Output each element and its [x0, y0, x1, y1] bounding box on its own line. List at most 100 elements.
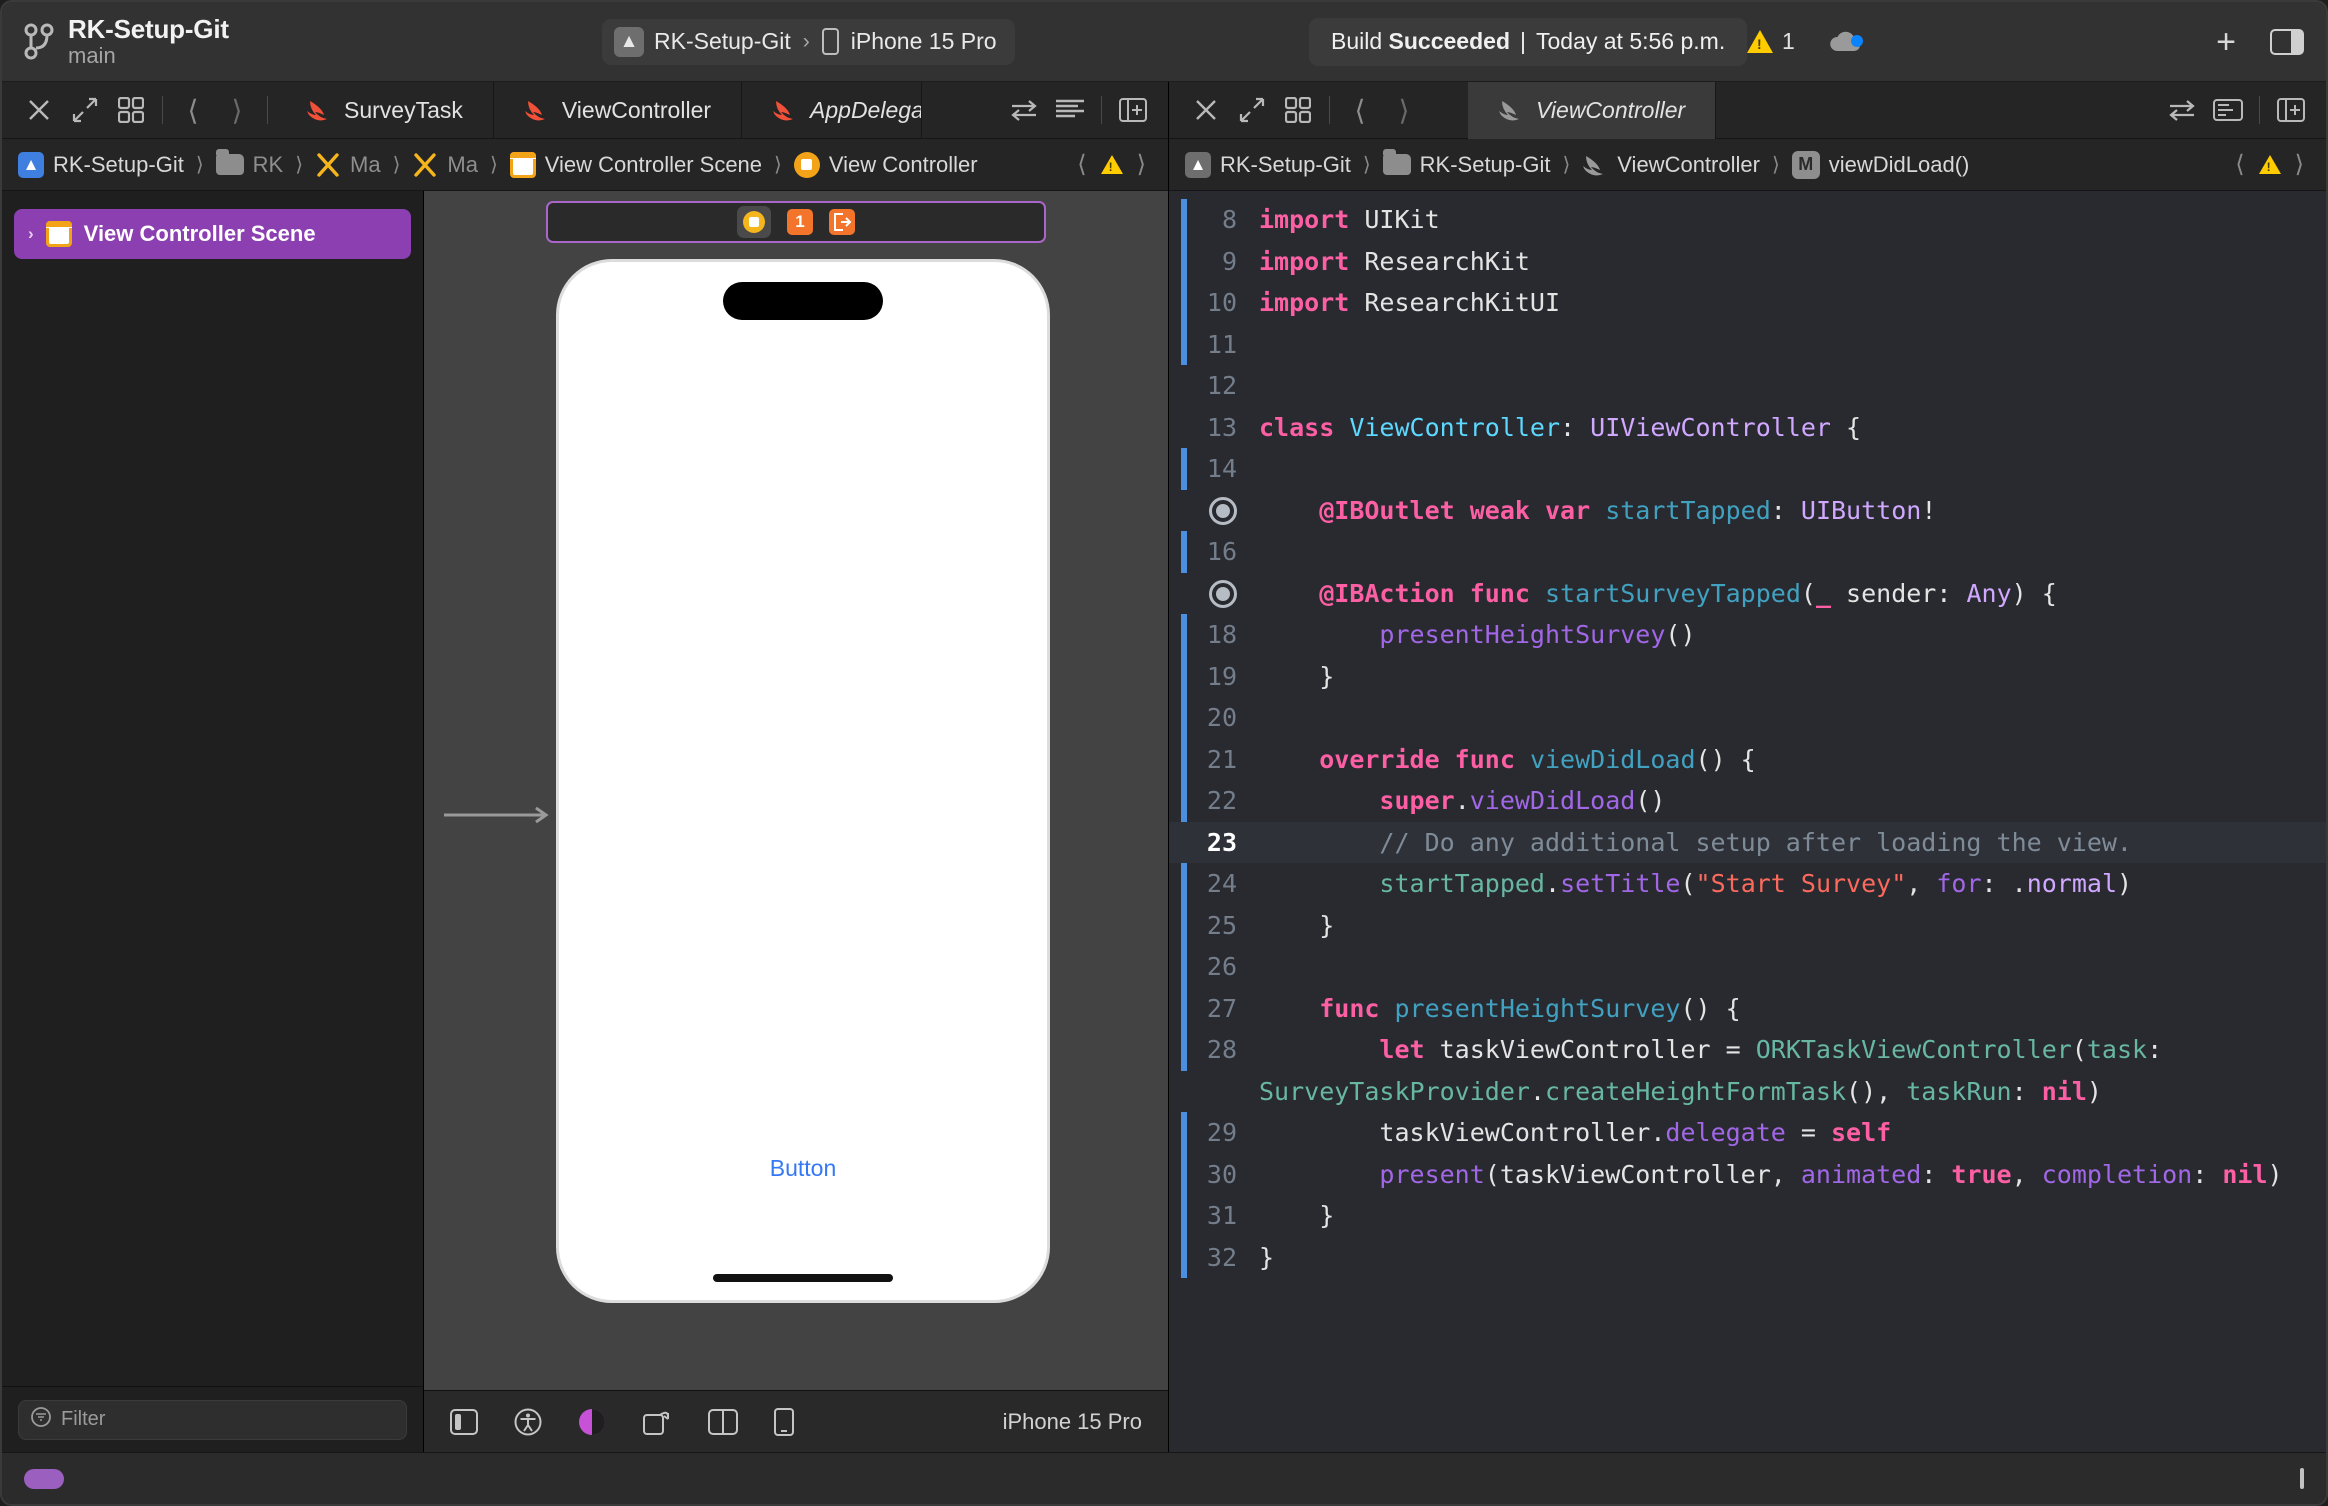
canvas-device-label[interactable]: iPhone 15 Pro — [1003, 1409, 1142, 1435]
accessibility-icon[interactable] — [514, 1408, 542, 1436]
code-text[interactable]: } — [1259, 905, 1354, 947]
code-line[interactable]: 14 — [1169, 448, 2326, 490]
breadcrumb-item-method[interactable]: M viewDidLoad() — [1791, 150, 1969, 179]
back-button[interactable]: ⟨ — [1338, 94, 1382, 127]
code-line[interactable]: 8 import UIKit — [1169, 199, 2326, 241]
breakpoint-pill-icon[interactable] — [24, 1468, 64, 1489]
warning-triangle-icon[interactable] — [1100, 155, 1123, 174]
next-issue-button[interactable]: ⟩ — [1137, 150, 1146, 179]
code-text[interactable] — [1259, 697, 1294, 739]
document-outline-toggle-icon[interactable] — [450, 1408, 478, 1435]
scheme-name[interactable]: RK-Setup-Git — [654, 28, 791, 55]
code-text[interactable]: let taskViewController = ORKTaskViewCont… — [1259, 1029, 2326, 1112]
storyboard-button[interactable]: Button — [770, 1155, 837, 1182]
code-text[interactable]: present(taskViewController, animated: tr… — [1259, 1154, 2303, 1196]
toggle-inspector-button[interactable] — [2270, 28, 2304, 55]
code-text[interactable]: import ResearchKit — [1259, 241, 1550, 283]
cloud-status-icon[interactable] — [1827, 28, 1865, 56]
minimap-icon[interactable] — [2205, 87, 2251, 133]
code-text[interactable]: @IBOutlet weak var startTapped: UIButton… — [1259, 490, 1956, 532]
code-line[interactable]: 18 presentHeightSurvey() — [1169, 614, 2326, 656]
code-text[interactable]: } — [1259, 1195, 1354, 1237]
breadcrumb-item-storyboard-2[interactable]: Ma — [412, 152, 478, 178]
code-text[interactable]: class ViewController: UIViewController { — [1259, 407, 1881, 449]
code-line[interactable]: 27 func presentHeightSurvey() { — [1169, 987, 2326, 1030]
next-issue-button[interactable]: ⟩ — [2295, 150, 2304, 179]
code-text[interactable] — [1259, 324, 1294, 366]
code-line[interactable]: 10 import ResearchKitUI — [1169, 282, 2326, 324]
code-line[interactable]: 32} — [1169, 1236, 2326, 1279]
code-text[interactable]: // Do any additional setup after loading… — [1259, 822, 2152, 864]
device-icon[interactable] — [774, 1407, 794, 1436]
code-line[interactable]: @IBAction func startSurveyTapped(_ sende… — [1169, 573, 2326, 615]
code-text[interactable]: startTapped.setTitle("Start Survey", for… — [1259, 863, 2152, 905]
add-editor-icon[interactable] — [1110, 87, 1156, 133]
orientation-icon[interactable] — [642, 1408, 672, 1436]
code-line[interactable]: 30 present(taskViewController, animated:… — [1169, 1153, 2326, 1196]
breadcrumb-item-scene[interactable]: View Controller Scene — [509, 151, 762, 178]
swap-assistant-icon[interactable] — [1001, 87, 1047, 133]
editor-tab-viewcontroller-right[interactable]: ViewController — [1468, 81, 1717, 139]
editor-options-icon[interactable] — [1275, 87, 1321, 133]
code-line[interactable]: 28 let taskViewController = ORKTaskViewC… — [1169, 1029, 2326, 1112]
swap-assistant-icon[interactable] — [2159, 87, 2205, 133]
code-line[interactable]: 23 // Do any additional setup after load… — [1169, 821, 2326, 864]
split-view-icon[interactable] — [708, 1408, 738, 1435]
warning-indicator[interactable]: 1 — [1747, 28, 1795, 55]
breadcrumb-item-project[interactable]: ▲ RK-Setup-Git — [18, 151, 184, 178]
code-text[interactable]: } — [1259, 656, 1354, 698]
code-line[interactable]: 21 override func viewDidLoad() { — [1169, 738, 2326, 781]
code-text[interactable]: override func viewDidLoad() { — [1259, 739, 1776, 781]
activity-status-pill[interactable]: Build Succeeded | Today at 5:56 p.m. — [1309, 17, 1748, 66]
code-line[interactable]: 12 — [1169, 365, 2326, 407]
code-line[interactable]: 20 — [1169, 697, 2326, 739]
code-text[interactable] — [1259, 946, 1294, 988]
code-text[interactable]: import ResearchKitUI — [1259, 282, 1580, 324]
code-line[interactable]: 22 super.viewDidLoad() — [1169, 780, 2326, 822]
breadcrumb-item-folder[interactable]: RK — [215, 149, 283, 178]
disclosure-triangle-icon[interactable]: › — [28, 224, 34, 244]
editor-tab-appdelegate[interactable]: AppDelegate — [742, 81, 923, 139]
code-line[interactable]: 19 } — [1169, 655, 2326, 698]
code-line[interactable]: 26 — [1169, 946, 2326, 988]
add-button[interactable]: + — [2216, 25, 2236, 59]
outline-item-view-controller-scene[interactable]: › View Controller Scene — [14, 209, 411, 259]
add-editor-icon[interactable] — [2268, 87, 2314, 133]
interface-builder-canvas[interactable]: 1 Button — [424, 191, 1168, 1390]
destination-name[interactable]: iPhone 15 Pro — [851, 28, 997, 55]
code-text[interactable] — [1259, 365, 1294, 407]
source-code-editor[interactable]: 8 import UIKit 9 import ResearchKit 10 import… — [1169, 191, 2326, 1452]
minimap-icon[interactable] — [1047, 87, 1093, 133]
code-text[interactable]: presentHeightSurvey() — [1259, 614, 1716, 656]
breadcrumb-item-project[interactable]: ▲ RK-Setup-Git — [1185, 151, 1351, 178]
code-text[interactable]: func presentHeightSurvey() { — [1259, 988, 1761, 1030]
code-text[interactable]: super.viewDidLoad() — [1259, 780, 1685, 822]
code-text[interactable]: taskViewController.delegate = self — [1259, 1112, 1911, 1154]
code-line[interactable]: 24 startTapped.setTitle("Start Survey", … — [1169, 863, 2326, 905]
code-text[interactable] — [1259, 531, 1294, 573]
code-line[interactable]: 31 } — [1169, 1195, 2326, 1237]
code-line[interactable]: 16 — [1169, 531, 2326, 573]
code-line[interactable]: 11 — [1169, 323, 2326, 366]
first-responder-icon[interactable]: 1 — [787, 209, 813, 235]
code-text[interactable]: } — [1259, 1237, 1294, 1279]
breadcrumb-item-file[interactable]: ViewController — [1582, 152, 1760, 178]
breadcrumb-item-viewcontroller[interactable]: View Controller — [793, 151, 978, 178]
editor-tab-viewcontroller[interactable]: ViewController — [494, 81, 743, 139]
scheme-destination-pill[interactable]: ▲ RK-Setup-Git › iPhone 15 Pro — [602, 18, 1015, 65]
forward-button[interactable]: ⟩ — [1382, 94, 1426, 127]
breadcrumb-item-storyboard[interactable]: Ma — [315, 152, 381, 178]
ib-connection-marker-icon[interactable] — [1209, 579, 1237, 608]
code-text[interactable] — [1259, 448, 1294, 490]
expand-collapse-icon[interactable] — [1229, 87, 1275, 133]
code-line[interactable]: 25 } — [1169, 904, 2326, 947]
previous-issue-button[interactable]: ⟨ — [1077, 150, 1086, 179]
code-line[interactable]: 9 import ResearchKit — [1169, 240, 2326, 283]
appearance-icon[interactable] — [578, 1408, 606, 1436]
code-line[interactable]: 13 class ViewController: UIViewController… — [1169, 407, 2326, 449]
scene-dock[interactable]: 1 — [546, 201, 1046, 243]
code-line[interactable]: 29 taskViewController.delegate = self — [1169, 1112, 2326, 1154]
code-text[interactable]: import UIKit — [1259, 199, 1460, 241]
editor-options-icon[interactable] — [108, 87, 154, 133]
filter-input[interactable]: Filter — [18, 1399, 407, 1440]
